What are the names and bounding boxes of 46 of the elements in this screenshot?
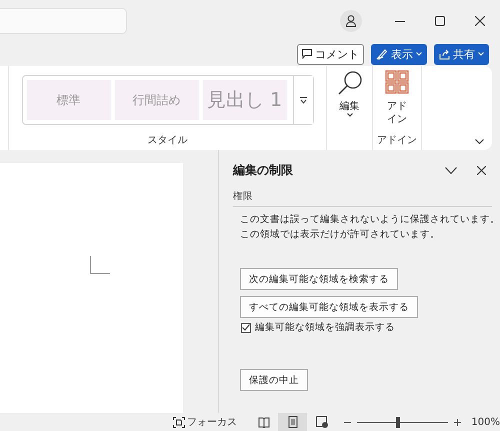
zoom-in-button[interactable] xyxy=(454,418,462,426)
zoom-level-text: 100% xyxy=(471,416,500,428)
maximize-icon xyxy=(435,16,445,26)
caret-icon xyxy=(478,52,484,56)
stop-protection-button[interactable]: 保護の中止 xyxy=(240,369,308,391)
group-label: スタイル xyxy=(148,134,188,148)
plus-icon xyxy=(454,418,462,426)
pane-button[interactable]: すべての編集可能な領域を表示する xyxy=(240,296,418,318)
view-button[interactable]: 表示 xyxy=(371,44,427,64)
speech-bubble-icon xyxy=(302,49,312,59)
web-page-icon xyxy=(316,416,328,428)
share-icon xyxy=(439,48,450,60)
account-button[interactable] xyxy=(340,10,362,32)
zoom-thumb[interactable] xyxy=(396,416,400,428)
message-text: この領域では表示だけが許可されています。 xyxy=(240,228,441,242)
person-icon xyxy=(346,15,356,27)
pane-title: 編集の制限 xyxy=(233,162,294,178)
check-icon xyxy=(242,324,250,331)
section-heading: 権限 xyxy=(233,190,492,207)
pen-icon xyxy=(376,48,388,60)
checkbox[interactable] xyxy=(241,322,251,332)
print-view-button[interactable] xyxy=(278,413,308,431)
message-text: この文書は誤って編集されないように保護されています。 xyxy=(240,213,500,227)
caret-icon xyxy=(416,52,422,56)
caret-icon xyxy=(346,113,352,117)
page-icon xyxy=(288,416,298,428)
grid-icon xyxy=(385,70,409,94)
chevron-down-icon[interactable] xyxy=(475,139,484,144)
close-icon xyxy=(475,16,485,26)
pane-button[interactable]: 次の編集可能な領域を検索する xyxy=(240,268,398,290)
close-icon xyxy=(476,166,486,174)
add-ins-button[interactable]: アド イン xyxy=(385,70,409,126)
chevron-down-icon xyxy=(445,166,457,174)
corner-mark-icon xyxy=(90,256,110,274)
minimize-icon xyxy=(395,20,405,22)
share-button[interactable]: 共有 xyxy=(434,44,489,64)
focus-icon xyxy=(173,416,185,428)
checkbox-label: 編集可能な領域を強調表示する xyxy=(255,321,395,334)
book-icon xyxy=(258,416,270,428)
comment-button[interactable]: コメント xyxy=(297,44,364,64)
expand-icon xyxy=(300,96,306,104)
search-field[interactable] xyxy=(0,8,127,34)
search-icon xyxy=(336,70,362,96)
focus-button[interactable]: フォーカス xyxy=(173,415,237,429)
group-label: アドイン xyxy=(377,134,417,148)
editing-button[interactable]: 編集 xyxy=(336,70,362,117)
